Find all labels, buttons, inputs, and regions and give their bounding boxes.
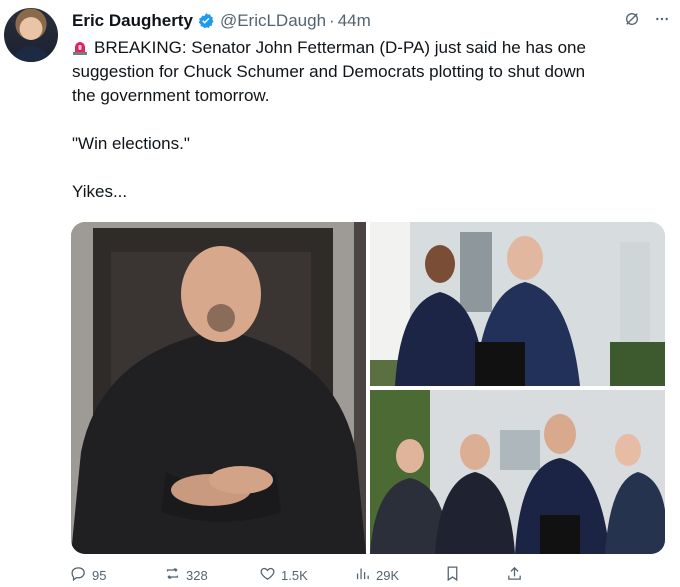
views-icon <box>354 565 371 585</box>
like-button[interactable]: 1.5K <box>259 565 308 585</box>
tweet-header: Eric Daugherty @EricLDaugh · 44m <box>72 9 670 33</box>
author-name[interactable]: Eric Daugherty <box>72 11 193 31</box>
reply-button[interactable]: 95 <box>70 565 106 585</box>
verified-badge-icon[interactable] <box>197 12 215 30</box>
reply-icon <box>70 565 87 585</box>
retweet-icon <box>164 565 181 585</box>
siren-emoji-icon <box>72 38 88 55</box>
share-icon <box>506 565 523 585</box>
photo-schumer-jeffries[interactable] <box>370 222 665 386</box>
grok-icon[interactable] <box>624 11 640 32</box>
tweet-text-line-2: suggestion for Chuck Schumer and Democra… <box>72 62 586 81</box>
author-avatar[interactable] <box>4 8 58 62</box>
author-handle[interactable]: @EricLDaugh <box>220 11 326 31</box>
action-bar: 95 328 1.5K 29K <box>70 565 540 585</box>
photo-vance-johnson[interactable] <box>370 390 665 554</box>
bookmark-icon <box>444 565 461 585</box>
more-icon[interactable] <box>654 11 670 32</box>
media-grid <box>71 222 665 554</box>
like-icon <box>259 565 276 585</box>
separator-dot: · <box>329 11 335 30</box>
like-count: 1.5K <box>281 567 308 583</box>
tweet-closing: Yikes... <box>72 182 128 201</box>
tweet-timestamp[interactable]: 44m <box>338 11 371 31</box>
tweet-quote: "Win elections." <box>72 134 190 153</box>
reply-count: 95 <box>92 567 107 583</box>
retweet-count: 328 <box>186 567 208 583</box>
tweet-text-line-3: the government tomorrow. <box>72 86 270 105</box>
photo-fetterman[interactable] <box>71 222 366 554</box>
retweet-button[interactable]: 328 <box>164 565 208 585</box>
tweet-text: BREAKING: Senator John Fetterman (D-PA) … <box>72 36 662 204</box>
bookmark-button[interactable] <box>444 565 461 585</box>
tweet-text-line-1: BREAKING: Senator John Fetterman (D-PA) … <box>94 38 586 57</box>
share-button[interactable] <box>506 565 523 585</box>
views-count: 29K <box>376 567 400 583</box>
views-button[interactable]: 29K <box>354 565 399 585</box>
